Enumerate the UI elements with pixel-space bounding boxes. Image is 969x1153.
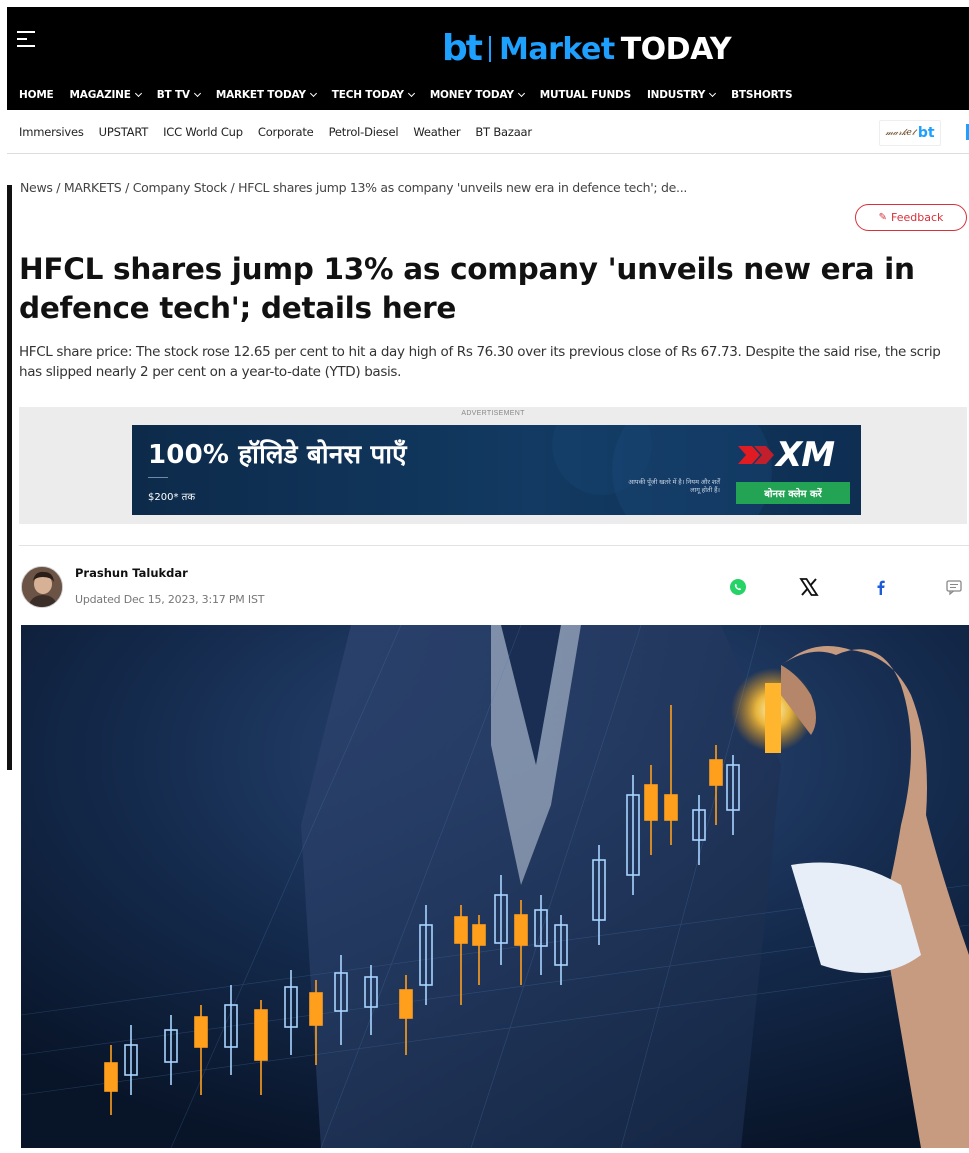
sub-nav: Immersives UPSTART ICC World Cup Corpora… [7,110,969,154]
left-edge-bar [7,185,12,770]
breadcrumb-item-company-stock[interactable]: Company Stock [133,180,227,195]
x-icon [799,578,819,596]
pencil-icon: ✎ [878,212,887,223]
nav-item-mutual-funds[interactable]: MUTUAL FUNDS [540,89,631,101]
xm-brand-text: XM [776,435,835,475]
subnav-item-corporate[interactable]: Corporate [258,125,314,139]
logo-market: Market [498,32,615,67]
breadcrumb-separator: / [226,180,239,195]
nav-item-money-today[interactable]: MONEY TODAY [430,89,525,101]
promo-badge[interactable]: 𝓂𝒶𝓇𝓀𝑒𝓉 bt [879,120,941,146]
subnav-item-icc-world-cup[interactable]: ICC World Cup [163,125,243,139]
comment-button[interactable] [940,573,968,601]
subnav-item-upstart[interactable]: UPSTART [99,125,149,139]
xm-logo: XM [736,435,835,475]
facebook-icon [877,580,885,595]
author-avatar[interactable] [21,566,63,608]
chevron-down-icon [709,89,717,97]
section-divider [19,545,969,546]
subnav-item-petrol-diesel[interactable]: Petrol-Diesel [329,125,399,139]
chevron-down-icon [407,89,415,97]
feedback-button[interactable]: ✎ Feedback [855,204,967,231]
xm-mark-icon [738,446,774,464]
whatsapp-share-button[interactable] [724,573,752,601]
article-headline: HFCL shares jump 13% as company 'unveils… [19,252,915,325]
updated-timestamp: Updated Dec 15, 2023, 3:17 PM IST [75,593,265,606]
feedback-label: Feedback [891,211,944,224]
ad-headline: 100% हॉलिडे बोनस पाएँ [148,440,407,470]
chevron-down-icon [193,89,201,97]
nav-item-home[interactable]: HOME [19,89,54,101]
ad-container: ADVERTISEMENT 100% हॉलिडे बोनस पाएँ $200… [19,407,967,524]
breadcrumb-separator: / [52,180,64,195]
stock-chart-hero-illustration [21,625,969,1148]
ad-cta-button[interactable]: बोनस क्लेम करें [736,482,850,504]
logo-separator [488,36,491,62]
breadcrumb-item-news[interactable]: News [20,180,53,195]
breadcrumb: News / MARKETS / Company Stock / HFCL sh… [20,180,687,195]
ad-divider [148,477,168,478]
nav-item-industry[interactable]: INDUSTRY [647,89,717,101]
subnav-item-bt-bazaar[interactable]: BT Bazaar [475,125,532,139]
logo-today: TODAY [620,32,732,67]
logo-bt: bt [442,28,483,69]
author-name[interactable]: Prashun Talukdar [75,566,188,580]
promo-script-logo: 𝓂𝒶𝓇𝓀𝑒𝓉 [885,128,915,138]
facebook-share-button[interactable] [867,573,895,601]
menu-icon[interactable] [17,31,35,49]
breadcrumb-separator: / [121,180,133,195]
chevron-down-icon [309,89,317,97]
whatsapp-icon [730,579,746,595]
nav-item-tech-today[interactable]: TECH TODAY [332,89,415,101]
hero-image [21,625,969,1148]
article-summary: HFCL share price: The stock rose 12.65 p… [19,344,941,380]
nav-item-bt-tv[interactable]: BT TV [157,89,201,101]
chevron-down-icon [134,89,142,97]
main-nav: HOME MAGAZINE BT TV MARKET TODAY TECH TO… [7,79,969,110]
site-logo[interactable]: bt Market TODAY [442,27,732,69]
ad-subline: $200* तक [148,492,196,503]
site-header: bt Market TODAY [7,7,969,79]
ad-fine-print: आपकी पूँजी खतरे में है। नियम और शर्तें ल… [628,479,720,494]
nav-item-magazine[interactable]: MAGAZINE [70,89,142,101]
breadcrumb-item-current: HFCL shares jump 13% as company 'unveils… [238,180,688,195]
chevron-down-icon [517,89,525,97]
ad-label: ADVERTISEMENT [461,410,525,417]
nav-item-btshorts[interactable]: BTSHORTS [731,89,792,101]
subnav-item-weather[interactable]: Weather [413,125,460,139]
avatar-photo [22,567,62,607]
comment-icon [946,580,962,596]
nav-item-market-today[interactable]: MARKET TODAY [216,89,317,101]
promo-bt-logo: bt [917,125,935,141]
x-share-button[interactable] [795,573,823,601]
subnav-item-immersives[interactable]: Immersives [19,125,84,139]
breadcrumb-item-markets[interactable]: MARKETS [64,180,122,195]
ad-banner[interactable]: 100% हॉलिडे बोनस पाएँ $200* तक आपकी पूँज… [132,425,861,515]
